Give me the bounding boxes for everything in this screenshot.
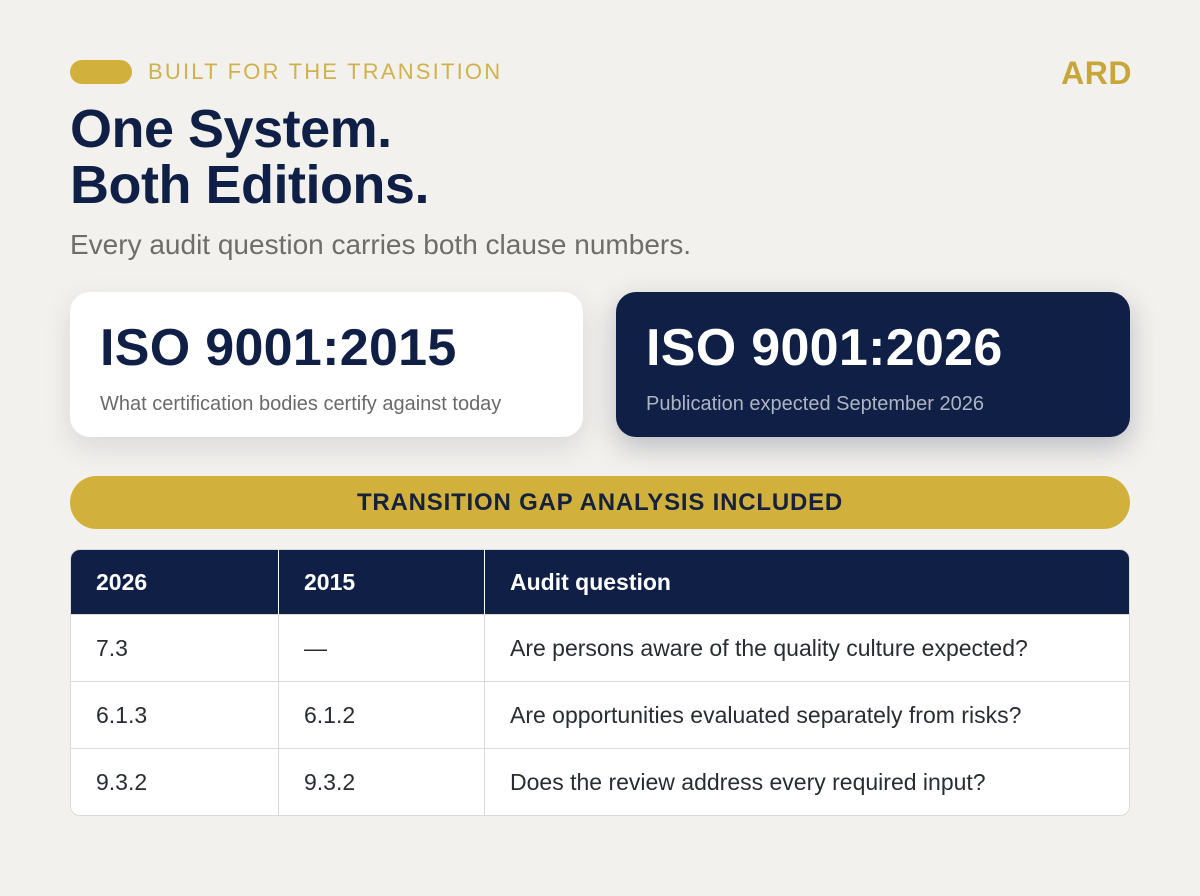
cell-audit-question: Are opportunities evaluated separately f…	[484, 682, 1129, 748]
banner-text: TRANSITION GAP ANALYSIS INCLUDED	[356, 488, 844, 516]
table-header-row: 2026 2015 Audit question	[71, 550, 1129, 614]
cell-2015: 9.3.2	[278, 749, 484, 815]
cell-audit-question: Are persons aware of the quality culture…	[484, 615, 1129, 681]
header-2015: 2015	[278, 550, 484, 614]
card-iso-2026: ISO 9001:2026 Publication expected Septe…	[616, 292, 1130, 437]
cell-2026: 6.1.3	[96, 701, 148, 728]
table-row: 9.3.2 9.3.2 Does the review address ever…	[71, 748, 1129, 815]
brand-logo: ARD	[1061, 55, 1132, 91]
cell-audit-question: Does the review address every required i…	[484, 749, 1129, 815]
cell-2015: —	[278, 615, 484, 681]
table-row: 6.1.3 6.1.2 Are opportunities evaluated …	[71, 681, 1129, 748]
cell-2026: 7.3	[96, 634, 128, 661]
card-title: ISO 9001:2015	[100, 319, 457, 377]
cell-2026: 9.3.2	[96, 768, 148, 795]
headline: One System. Both Editions.	[70, 101, 429, 213]
header-2026: 2026	[96, 568, 148, 595]
header-audit-question: Audit question	[484, 550, 1129, 614]
card-title: ISO 9001:2026	[646, 319, 1003, 377]
card-iso-2015: ISO 9001:2015 What certification bodies …	[70, 292, 583, 437]
cell-2015: 6.1.2	[278, 682, 484, 748]
card-caption: Publication expected September 2026	[646, 393, 985, 415]
eyebrow-text: BUILT FOR THE TRANSITION	[148, 59, 503, 84]
eyebrow-pill	[70, 60, 132, 84]
headline-line-1: One System.	[70, 99, 392, 159]
card-caption: What certification bodies certify agains…	[100, 393, 502, 415]
table-row: 7.3 — Are persons aware of the quality c…	[71, 614, 1129, 681]
subheading: Every audit question carries both clause…	[70, 229, 691, 260]
headline-line-2: Both Editions.	[70, 155, 429, 215]
clause-table: 2026 2015 Audit question 7.3 — Are perso…	[70, 549, 1130, 816]
eyebrow: BUILT FOR THE TRANSITION	[70, 58, 502, 86]
gap-analysis-banner: TRANSITION GAP ANALYSIS INCLUDED	[70, 476, 1130, 529]
